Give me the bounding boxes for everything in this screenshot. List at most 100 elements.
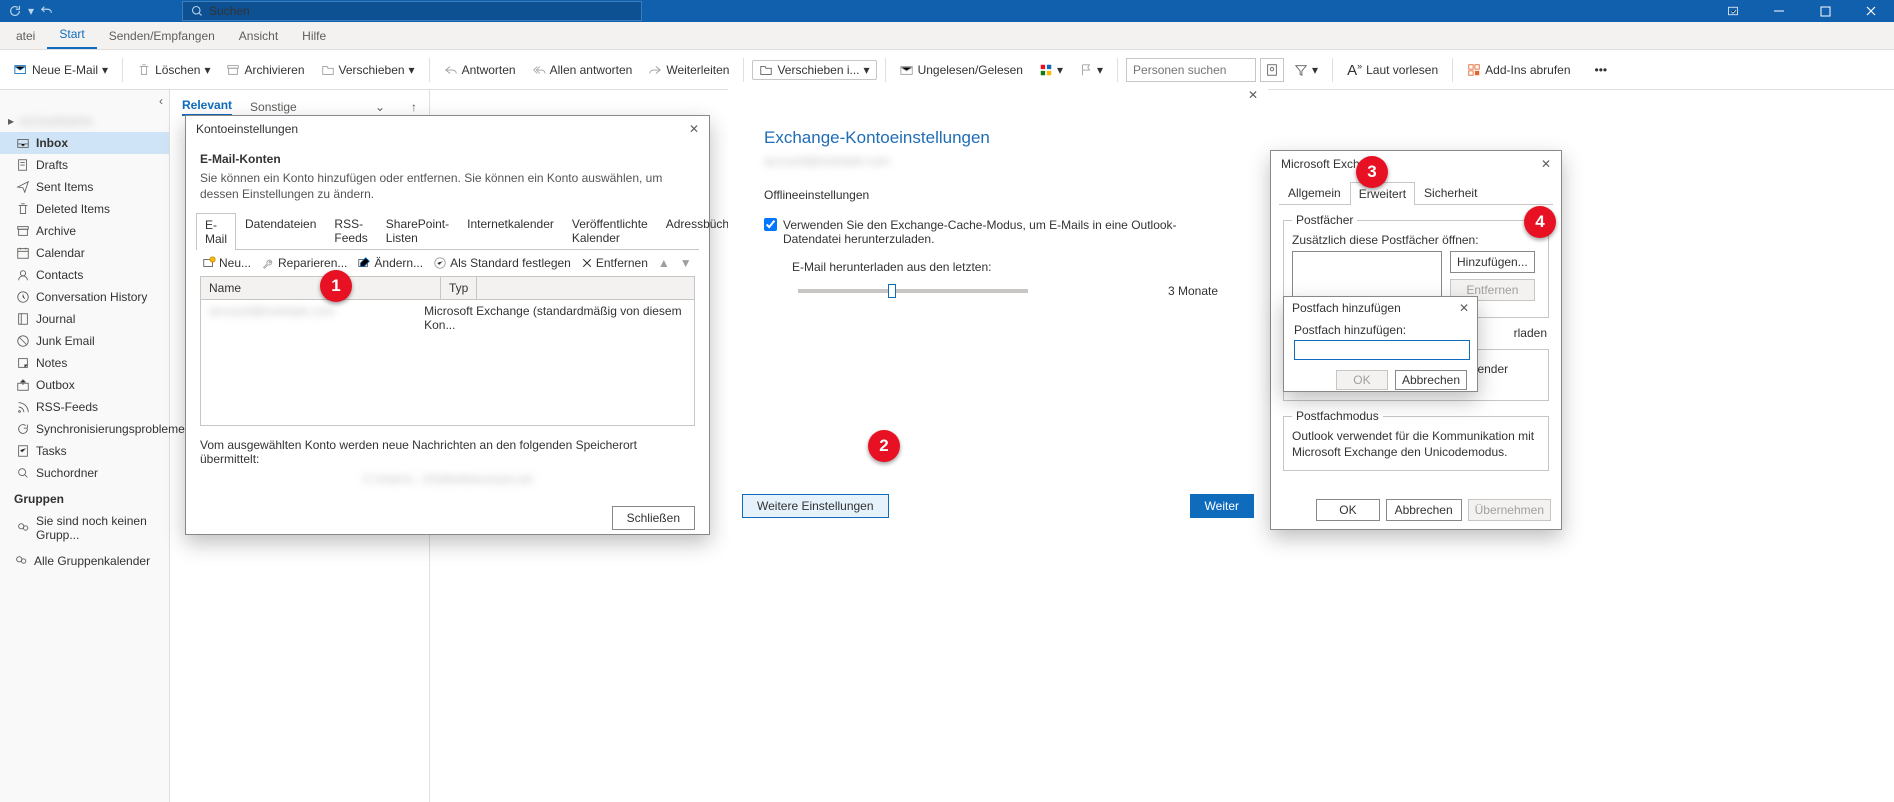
accset-tab-2[interactable]: RSS-Feeds (325, 212, 376, 249)
close-icon[interactable] (1848, 0, 1894, 22)
addpf-ok-button[interactable]: OK (1336, 370, 1387, 390)
ribbon-options-icon[interactable] (1710, 0, 1756, 22)
filter-button[interactable]: ▾ (1288, 59, 1324, 81)
accset-tab-4[interactable]: Internetkalender (458, 212, 563, 249)
folder-sent-items[interactable]: Sent Items (0, 176, 169, 198)
global-search[interactable]: Suchen (182, 1, 642, 21)
addins-button[interactable]: Add-Ins abrufen (1461, 59, 1576, 81)
more-button[interactable]: ••• (1589, 59, 1614, 81)
journal-icon (16, 312, 30, 326)
title-bar: ▾ Suchen (0, 0, 1894, 22)
folder-suchordner[interactable]: Suchordner (0, 462, 169, 484)
tab-relevant[interactable]: Relevant (182, 98, 232, 116)
msex-ok-button[interactable]: OK (1316, 499, 1379, 521)
archive-button[interactable]: Archivieren (220, 59, 310, 81)
addpf-input[interactable] (1294, 340, 1470, 360)
move-button[interactable]: Verschieben▾ (315, 59, 421, 81)
mailbox-mode-text: Outlook verwendet für die Kommunikation … (1292, 429, 1540, 460)
folder-deleted-items[interactable]: Deleted Items (0, 198, 169, 220)
add-mailbox-button[interactable]: Hinzufügen... (1450, 251, 1535, 273)
msex-cancel-button[interactable]: Abbrechen (1386, 499, 1462, 521)
addpf-cancel-button[interactable]: Abbrechen (1395, 370, 1467, 390)
task-icon (16, 444, 30, 458)
folder-contacts[interactable]: Contacts (0, 264, 169, 286)
msex-tab-security[interactable]: Sicherheit (1415, 181, 1486, 204)
msex-tab-advanced[interactable]: Erweitert (1350, 182, 1415, 205)
account-grid[interactable]: NameTyp account@example.comMicrosoft Exc… (200, 276, 695, 426)
reply-all-button[interactable]: Allen antworten (526, 59, 639, 81)
qat-dropdown-icon[interactable]: ▾ (28, 4, 34, 18)
accset-tab-3[interactable]: SharePoint-Listen (377, 212, 458, 249)
forward-button[interactable]: Weiterleiten (642, 59, 735, 81)
menu-view[interactable]: Ansicht (227, 23, 290, 49)
accset-repair-button[interactable]: Reparieren... (261, 256, 347, 270)
accset-default-button[interactable]: Als Standard festlegen (433, 256, 571, 270)
addressbook-button[interactable] (1260, 58, 1284, 82)
more-settings-button[interactable]: Weitere Einstellungen (742, 494, 889, 518)
minimize-icon[interactable] (1756, 0, 1802, 22)
menu-start[interactable]: Start (47, 21, 96, 49)
folder-nav: ‹ ▸accountname InboxDraftsSent ItemsDele… (0, 90, 170, 802)
accset-tab-1[interactable]: Datendateien (236, 212, 325, 249)
account-header[interactable]: ▸accountname (0, 110, 169, 132)
folder-synchronisierungsprobleme[interactable]: Synchronisierungsprobleme3 (0, 418, 169, 440)
accset-close-button[interactable]: Schließen (612, 506, 695, 530)
folder-junk-email[interactable]: Junk Email (0, 330, 169, 352)
msex-tab-general[interactable]: Allgemein (1279, 181, 1350, 204)
groups-header[interactable]: Gruppen (0, 484, 169, 510)
all-group-calendars[interactable]: Alle Gruppenkalender (0, 546, 169, 572)
reply-button[interactable]: Antworten (438, 59, 522, 81)
folder-notes[interactable]: Notes (0, 352, 169, 374)
accset-up-icon[interactable]: ▲ (658, 256, 670, 270)
cache-mode-checkbox[interactable]: Verwenden Sie den Exchange-Cache-Modus, … (764, 218, 1232, 246)
menu-file[interactable]: atei (4, 23, 47, 49)
quickstep-button[interactable]: Verschieben i...▾ (752, 60, 876, 80)
sync-icon[interactable] (8, 4, 22, 18)
undo-icon[interactable] (40, 4, 54, 18)
unread-button[interactable]: Ungelesen/Gelesen (894, 59, 1029, 81)
folder-conversation-history[interactable]: Conversation History (0, 286, 169, 308)
new-mail-button[interactable]: Neue E-Mail▾ (8, 59, 114, 81)
search-icon (191, 5, 203, 17)
categorize-button[interactable]: ▾ (1033, 59, 1069, 81)
flag-button[interactable]: ▾ (1073, 59, 1109, 81)
accset-close-icon[interactable]: ✕ (689, 122, 699, 136)
sort-dropdown-icon[interactable]: ⌄ (375, 100, 385, 114)
accset-tab-0[interactable]: E-Mail (196, 213, 236, 250)
exset-title: Exchange-Kontoeinstellungen (764, 128, 1232, 148)
delete-button[interactable]: Löschen▾ (131, 59, 216, 81)
mailbox-mode-fieldset: Postfachmodus Outlook verwendet für die … (1283, 409, 1549, 471)
menu-help[interactable]: Hilfe (290, 23, 338, 49)
people-search-input[interactable] (1126, 58, 1256, 82)
folder-archive[interactable]: Archive (0, 220, 169, 242)
collapse-nav-icon[interactable]: ‹ (0, 94, 169, 110)
grid-col-type: Typ (441, 277, 477, 299)
account-row[interactable]: account@example.comMicrosoft Exchange (s… (201, 300, 694, 336)
accset-tab-5[interactable]: Veröffentlichte Kalender (563, 212, 657, 249)
folder-outbox[interactable]: Outbox (0, 374, 169, 396)
quick-access-toolbar: ▾ (0, 4, 62, 18)
tab-other[interactable]: Sonstige (250, 100, 297, 114)
exset-account: account@example.com (764, 154, 1232, 168)
read-aloud-button[interactable]: A»Laut vorlesen (1341, 57, 1444, 83)
accset-down-icon[interactable]: ▼ (680, 256, 692, 270)
maximize-icon[interactable] (1802, 0, 1848, 22)
folder-calendar[interactable]: Calendar (0, 242, 169, 264)
no-groups-item[interactable]: Sie sind noch keinen Grupp... (0, 510, 169, 546)
folder-journal[interactable]: Journal (0, 308, 169, 330)
msex-apply-button[interactable]: Übernehmen (1468, 499, 1551, 521)
accset-change-button[interactable]: Ändern... (357, 256, 423, 270)
msex-close-icon[interactable]: ✕ (1541, 157, 1551, 171)
sort-arrow-icon[interactable]: ↑ (411, 100, 417, 114)
download-slider[interactable] (798, 289, 1028, 293)
menu-sendreceive[interactable]: Senden/Empfangen (97, 23, 227, 49)
folder-drafts[interactable]: Drafts (0, 154, 169, 176)
exset-close-icon[interactable]: ✕ (1248, 88, 1258, 102)
next-button[interactable]: Weiter (1190, 494, 1254, 518)
folder-inbox[interactable]: Inbox (0, 132, 169, 154)
accset-remove-button[interactable]: Entfernen (581, 256, 648, 270)
folder-tasks[interactable]: Tasks (0, 440, 169, 462)
folder-rss-feeds[interactable]: RSS-Feeds (0, 396, 169, 418)
addpf-close-icon[interactable]: ✕ (1459, 301, 1469, 315)
accset-new-button[interactable]: Neu... (202, 256, 251, 270)
